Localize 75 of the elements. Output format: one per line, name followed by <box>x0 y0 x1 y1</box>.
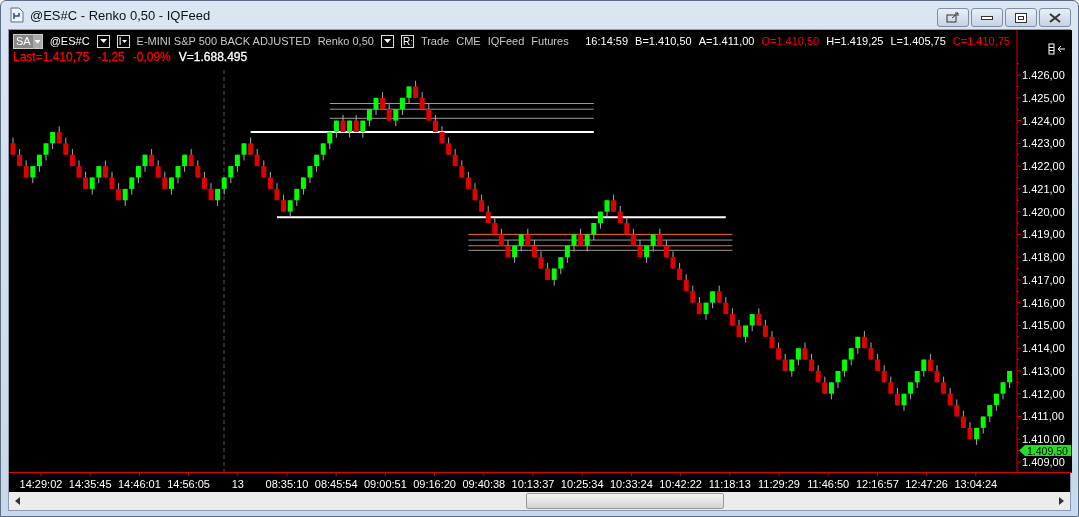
time-label: 13 <box>231 478 244 490</box>
symbol-label: @ES#C <box>49 35 90 47</box>
time-label: 11:18:13 <box>708 478 751 490</box>
time-label: 09:40:38 <box>462 478 506 490</box>
quote-value: Last=1.410,75 <box>13 50 90 64</box>
quote-value: H=1.419,25 <box>826 35 884 47</box>
quote-value: -0,09% <box>132 50 171 64</box>
price-label: 1.426,00 <box>1022 69 1065 82</box>
interval-label: Renko 0,50 <box>317 35 374 47</box>
data-source-label: IQFeed <box>487 35 525 47</box>
price-label: 1.418,00 <box>1022 251 1065 264</box>
price-label: 1.415,00 <box>1022 319 1065 332</box>
instrument-description: E-MINI S&P 500 BACK ADJUSTED <box>136 35 311 47</box>
scrollbar-thumb[interactable] <box>526 493 724 509</box>
time-label: 11:29:29 <box>758 478 800 490</box>
restore-icon <box>1015 12 1027 23</box>
price-label: 1.425,00 <box>1022 91 1065 104</box>
price-label: 1.421,00 <box>1022 182 1065 195</box>
last-price-tag: 1.409,50 <box>1019 444 1071 457</box>
popout-icon <box>946 12 960 23</box>
minimize-icon <box>981 15 993 20</box>
right-arrow-icon <box>1059 497 1064 505</box>
price-label: 1.414,00 <box>1022 342 1065 355</box>
data-source-label: Trade <box>420 35 450 47</box>
minimize-button[interactable] <box>971 8 1003 27</box>
window-title: @ES#C - Renko 0,50 - IQFeed <box>30 7 211 23</box>
price-label: 1.417,00 <box>1022 273 1065 286</box>
quote-value: 16:14:59 <box>585 35 629 47</box>
time-label: 12:16:57 <box>856 478 899 490</box>
quote-value: -1,25 <box>97 50 125 64</box>
price-label: 1.420,00 <box>1022 205 1065 218</box>
quote-value: B=1.410,50 <box>635 35 692 47</box>
time-label: 14:46:01 <box>118 478 161 490</box>
price-label: 1.409,00 <box>1022 456 1065 468</box>
caret-icon <box>122 39 128 43</box>
maximize-button[interactable] <box>1005 8 1037 27</box>
time-label: 09:00:51 <box>364 478 407 490</box>
document-icon <box>10 7 24 23</box>
time-label: 10:25:34 <box>560 478 604 490</box>
time-label: 08:35:10 <box>265 478 309 490</box>
axis-menu-icon[interactable] <box>1048 43 1066 55</box>
time-label: 10:33:24 <box>610 478 653 490</box>
price-label: 1.422,00 <box>1022 160 1065 173</box>
price-label: 1.419,00 <box>1022 228 1065 241</box>
time-label: 08:45:54 <box>314 478 358 490</box>
quote-value: V=1.688.495 <box>178 50 248 64</box>
caret-icon <box>383 39 391 43</box>
time-label: 10:42:22 <box>659 478 702 490</box>
price-label: 1.411,00 <box>1022 410 1064 423</box>
data-source-label: CME <box>456 35 481 47</box>
time-label: 14:29:02 <box>19 478 63 490</box>
price-label: 1.412,00 <box>1022 387 1065 400</box>
data-source-label: Futures <box>531 35 569 47</box>
price-label: 1.424,00 <box>1022 114 1065 127</box>
caret-icon <box>32 34 42 48</box>
time-label: 13:04:24 <box>954 478 998 490</box>
time-label: 10:13:37 <box>511 478 555 490</box>
price-label: 1.413,00 <box>1022 364 1065 377</box>
price-label: 1.416,00 <box>1022 296 1065 309</box>
close-icon <box>1049 12 1061 23</box>
time-label: 14:56:05 <box>167 478 210 490</box>
price-label: 1.410,00 <box>1022 433 1065 446</box>
caret-icon <box>411 39 412 43</box>
quote-value: L=1.405,75 <box>890 35 946 47</box>
quote-value: O=1.410,50 <box>761 35 820 47</box>
quote-value: C=1.410,75 <box>952 35 1010 47</box>
time-label: 12:47:26 <box>905 478 948 490</box>
left-arrow-icon <box>15 497 20 505</box>
time-label: 14:35:45 <box>68 478 112 490</box>
time-label: 11:46:50 <box>807 478 850 490</box>
time-label: 09:16:20 <box>413 478 456 490</box>
caret-icon <box>99 39 107 43</box>
price-label: 1.423,00 <box>1022 137 1065 150</box>
close-button[interactable] <box>1039 8 1071 27</box>
quote-value: A=1.411,00 <box>698 35 755 47</box>
